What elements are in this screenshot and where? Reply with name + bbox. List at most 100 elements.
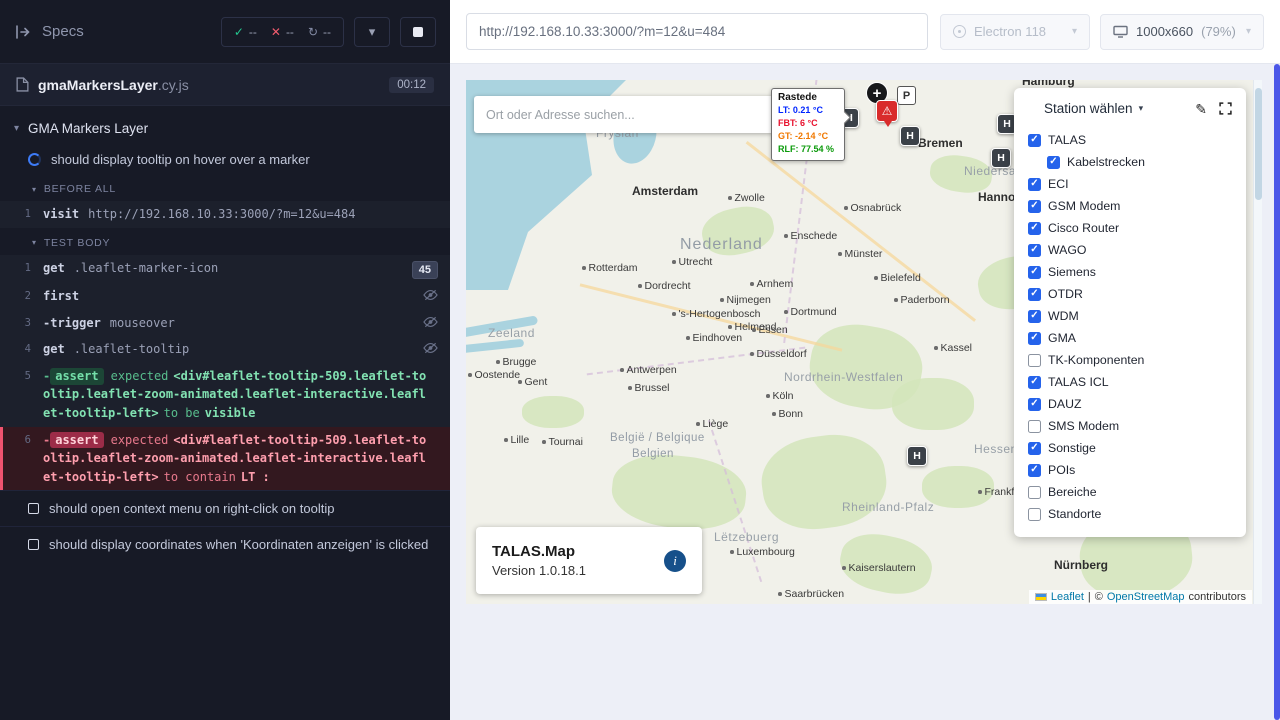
checkbox[interactable] bbox=[1028, 354, 1041, 367]
viewport-select[interactable]: 1000x660 (79%) ▾ bbox=[1100, 14, 1264, 50]
page-scrollbar[interactable] bbox=[1274, 64, 1280, 720]
layer-checkbox-row[interactable]: ECI bbox=[1028, 173, 1234, 195]
layer-checkbox-row[interactable]: TALAS bbox=[1028, 129, 1234, 151]
osm-link[interactable]: OpenStreetMap bbox=[1107, 591, 1185, 603]
command-message: mouseover bbox=[110, 316, 175, 330]
layer-label: Cisco Router bbox=[1048, 221, 1119, 235]
checkbox[interactable] bbox=[1047, 156, 1060, 169]
stop-icon bbox=[413, 27, 423, 37]
other-tests: should open context menu on right-click … bbox=[0, 490, 450, 562]
layer-label: TK-Komponenten bbox=[1048, 353, 1144, 367]
map-place-label: Tournai bbox=[542, 436, 583, 448]
layer-checkbox-row[interactable]: TK-Komponenten bbox=[1028, 349, 1234, 371]
spec-bar[interactable]: gmaMarkersLayer.cy.js 00:12 bbox=[0, 64, 450, 106]
edit-pencil-icon[interactable]: ✎ bbox=[1195, 102, 1207, 116]
autoscroll-toggle-button[interactable]: ▾ bbox=[354, 17, 390, 47]
assert-badge: assert bbox=[50, 432, 103, 449]
layer-label: GMA bbox=[1048, 331, 1076, 345]
map-marker[interactable]: P bbox=[897, 86, 916, 105]
active-test-row[interactable]: should display tooltip on hover over a m… bbox=[0, 145, 450, 174]
command-method: get bbox=[43, 342, 65, 356]
checkbox[interactable] bbox=[1028, 486, 1041, 499]
command-row[interactable]: 5 -assertexpected<div#leaflet-tooltip-50… bbox=[0, 363, 450, 427]
checkbox[interactable] bbox=[1028, 310, 1041, 323]
map-marker[interactable]: H bbox=[991, 148, 1011, 168]
browser-select[interactable]: Electron 118 ▾ bbox=[940, 14, 1090, 50]
expand-icon[interactable] bbox=[1219, 102, 1232, 115]
station-select[interactable]: Station wählen bbox=[1044, 101, 1133, 116]
checkbox[interactable] bbox=[1028, 134, 1041, 147]
checkbox[interactable] bbox=[1028, 508, 1041, 521]
stat-failed: ✕-- bbox=[271, 25, 294, 39]
map-marker[interactable]: H bbox=[907, 446, 927, 466]
map-place-label: België / Belgique bbox=[610, 432, 705, 444]
command-number: 6 bbox=[3, 431, 43, 446]
suite-title: GMA Markers Layer bbox=[28, 121, 148, 136]
layer-checkbox-row[interactable]: OTDR bbox=[1028, 283, 1234, 305]
checkbox[interactable] bbox=[1028, 464, 1041, 477]
checkbox[interactable] bbox=[1028, 266, 1041, 279]
app-name: TALAS.Map bbox=[492, 543, 664, 560]
pending-test-row[interactable]: should open context menu on right-click … bbox=[0, 490, 450, 526]
layer-checkbox-row[interactable]: Standorte bbox=[1028, 503, 1234, 525]
layer-checkbox-row[interactable]: Siemens bbox=[1028, 261, 1234, 283]
command-message: .leaflet-marker-icon bbox=[74, 261, 219, 275]
before-all-header[interactable]: ▾ BEFORE ALL bbox=[0, 174, 450, 201]
assert-badge: assert bbox=[50, 368, 103, 385]
checkbox[interactable] bbox=[1028, 178, 1041, 191]
map-scrollbar[interactable] bbox=[1253, 80, 1262, 604]
checkbox[interactable] bbox=[1028, 222, 1041, 235]
hidden-element-icon bbox=[423, 316, 438, 328]
layer-checkbox-row[interactable]: POIs bbox=[1028, 459, 1234, 481]
layer-checkbox-row[interactable]: Sonstige bbox=[1028, 437, 1234, 459]
collapse-specs-icon[interactable] bbox=[14, 23, 32, 41]
test-stats: ✓-- ✕-- ↻-- bbox=[221, 17, 344, 47]
layer-checkbox-row[interactable]: WAGO bbox=[1028, 239, 1234, 261]
checkbox[interactable] bbox=[1028, 376, 1041, 389]
map-marker[interactable]: ⚠ bbox=[876, 100, 898, 122]
leaflet-link[interactable]: Leaflet bbox=[1051, 591, 1084, 603]
layer-label: GSM Modem bbox=[1048, 199, 1120, 213]
not-run-icon bbox=[28, 503, 39, 514]
test-body-header[interactable]: ▾ TEST BODY bbox=[0, 228, 450, 255]
layer-label: Siemens bbox=[1048, 265, 1096, 279]
suite-row[interactable]: ▾ GMA Markers Layer bbox=[0, 110, 450, 145]
layer-checkbox-row[interactable]: SMS Modem bbox=[1028, 415, 1234, 437]
command-row[interactable]: 2 first bbox=[0, 283, 450, 310]
map-attribution: Leaflet | © OpenStreetMap contributors bbox=[1029, 590, 1252, 604]
layer-checkbox-row[interactable]: Kabelstrecken bbox=[1047, 151, 1234, 173]
layer-checkbox-row[interactable]: Bereiche bbox=[1028, 481, 1234, 503]
layer-checkbox-row[interactable]: DAUZ bbox=[1028, 393, 1234, 415]
pending-test-row[interactable]: should display coordinates when 'Koordin… bbox=[0, 526, 450, 562]
command-row[interactable]: 3 -triggermouseover bbox=[0, 310, 450, 337]
forest-area bbox=[698, 201, 778, 261]
checkbox[interactable] bbox=[1028, 288, 1041, 301]
info-icon[interactable]: i bbox=[664, 550, 686, 572]
checkbox[interactable] bbox=[1028, 442, 1041, 455]
command-row[interactable]: 4 get.leaflet-tooltip bbox=[0, 336, 450, 363]
layer-checkbox-row[interactable]: GMA bbox=[1028, 327, 1234, 349]
checkbox[interactable] bbox=[1028, 398, 1041, 411]
marker-tooltip[interactable]: Rastede LT: 0.21 °C FBT: 6 °C GT: -2.14 … bbox=[771, 88, 845, 161]
layer-checkbox-row[interactable]: Cisco Router bbox=[1028, 217, 1234, 239]
chevron-down-icon: ▾ bbox=[1072, 26, 1077, 37]
checkbox[interactable] bbox=[1028, 244, 1041, 257]
stop-tests-button[interactable] bbox=[400, 17, 436, 47]
checkbox[interactable] bbox=[1028, 420, 1041, 433]
layer-checkbox-row[interactable]: GSM Modem bbox=[1028, 195, 1234, 217]
checkbox[interactable] bbox=[1028, 200, 1041, 213]
command-row[interactable]: 1 visithttp://192.168.10.33:3000/?m=12&u… bbox=[0, 201, 450, 228]
checkbox[interactable] bbox=[1028, 332, 1041, 345]
command-row[interactable]: 6 -assertexpected<div#leaflet-tooltip-50… bbox=[0, 427, 450, 491]
map-marker[interactable]: H bbox=[900, 126, 920, 146]
map-place-label: Rotterdam bbox=[582, 262, 638, 274]
search-input[interactable] bbox=[474, 108, 774, 122]
map-scrollbar-thumb[interactable] bbox=[1255, 88, 1262, 200]
layer-checkbox-row[interactable]: TALAS ICL bbox=[1028, 371, 1234, 393]
layer-checkbox-row[interactable]: WDM bbox=[1028, 305, 1234, 327]
zeeland-inlet bbox=[466, 339, 524, 354]
url-input[interactable] bbox=[466, 13, 928, 50]
leaflet-map[interactable]: Hamburg Groningen Leeuwarden Fryslân Bre… bbox=[466, 80, 1262, 604]
command-row[interactable]: 1 get.leaflet-marker-icon 45 bbox=[0, 255, 450, 284]
stat-pending: ↻-- bbox=[308, 25, 331, 39]
